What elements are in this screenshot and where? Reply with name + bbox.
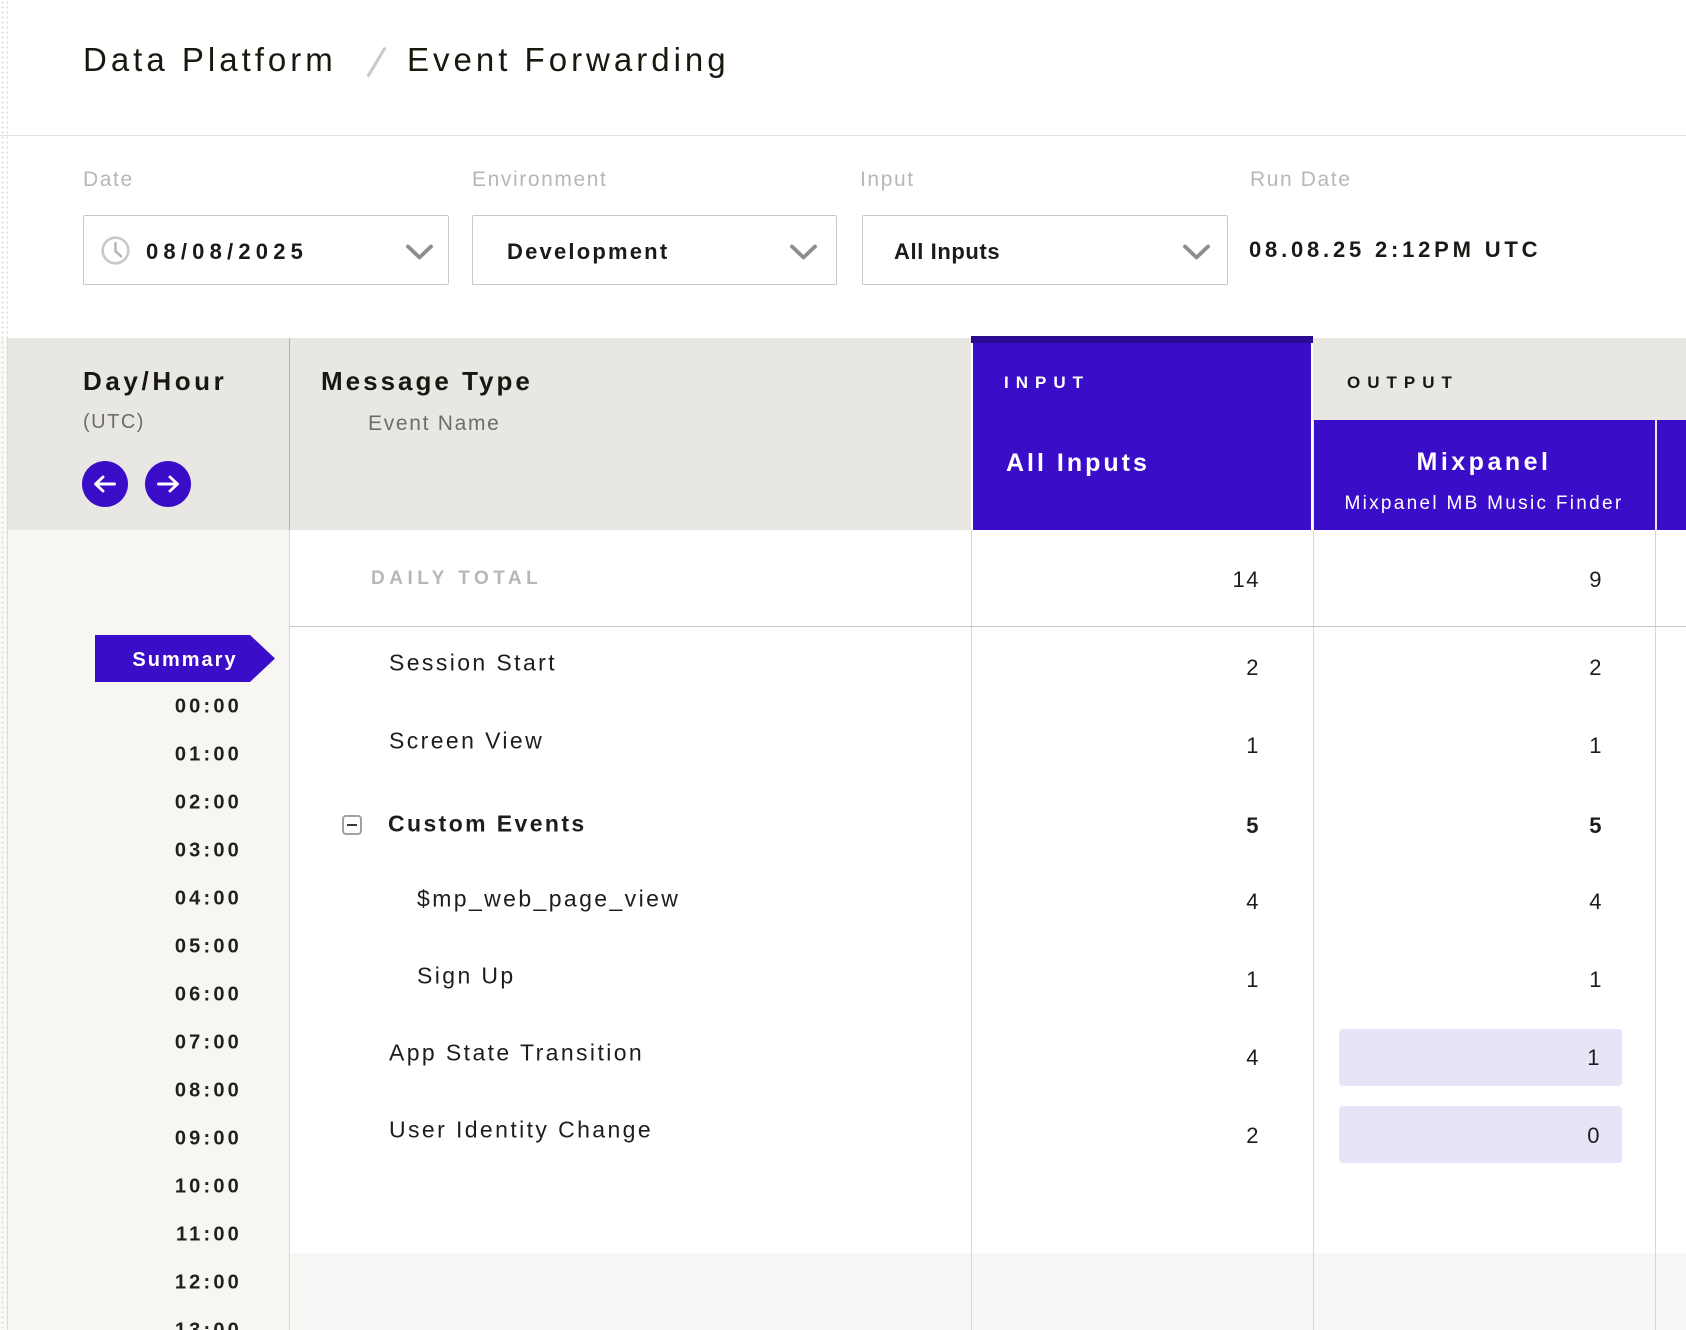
- svg-text:Summary: Summary: [132, 649, 237, 671]
